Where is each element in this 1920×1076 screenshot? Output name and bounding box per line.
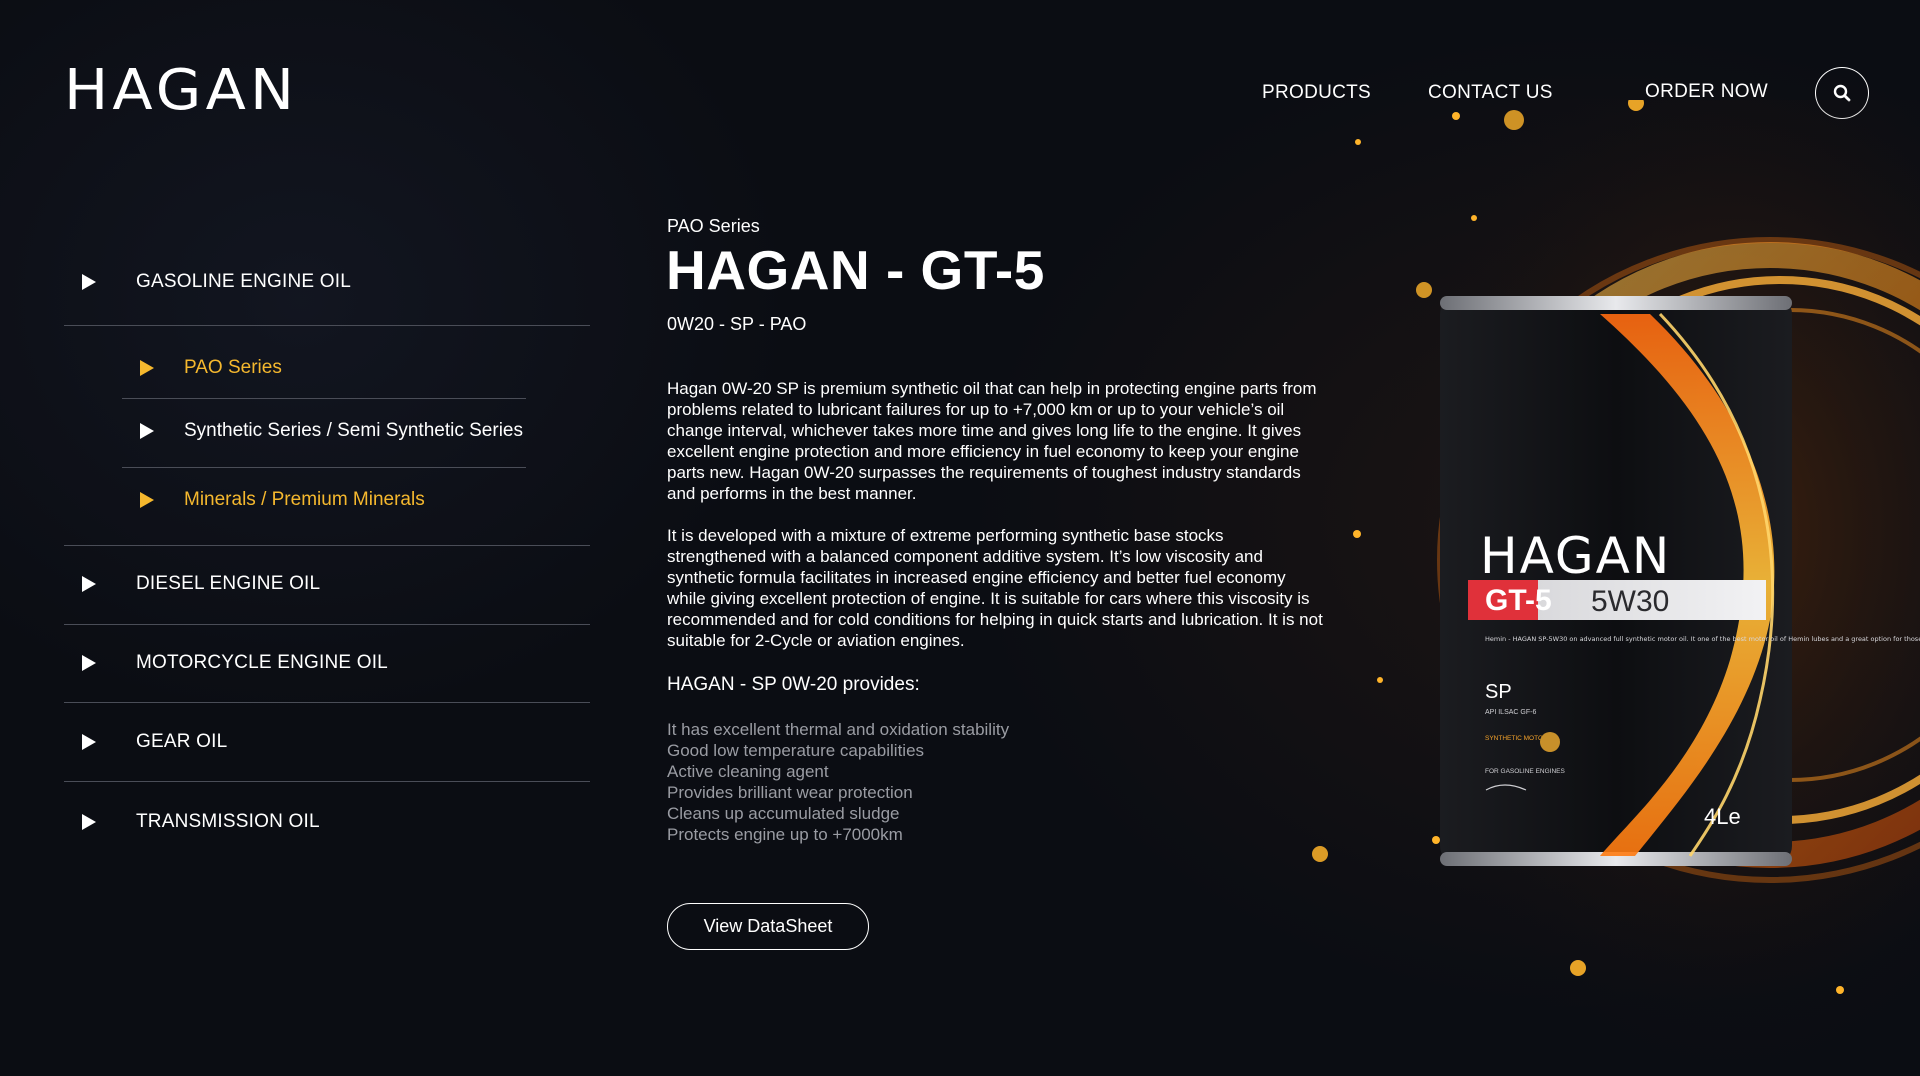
subcategory-label: PAO Series [184,357,282,378]
product-spec: 0W20 - SP - PAO [667,314,807,334]
category-diesel-engine-oil[interactable]: DIESEL ENGINE OIL [64,554,590,614]
play-arrow-icon [82,576,96,592]
benefits-list: It has excellent thermal and oxidation s… [667,719,1009,845]
subcategory-minerals[interactable]: Minerals / Premium Minerals [122,475,526,525]
divider [64,545,590,546]
product-title: HAGAN - GT-5 [666,239,1045,301]
play-arrow-icon [82,274,96,290]
category-motorcycle-engine-oil[interactable]: MOTORCYCLE ENGINE OIL [64,633,590,693]
category-label: MOTORCYCLE ENGINE OIL [136,652,388,673]
benefit-item: Active cleaning agent [667,762,829,781]
benefit-item: Provides brilliant wear protection [667,783,913,802]
can-brand: HAGAN [1480,527,1671,585]
benefit-item: Good low temperature capabilities [667,741,925,760]
can-volume: 4Le [1704,804,1741,829]
divider [64,624,590,625]
can-api: SP [1485,681,1512,703]
category-label: GASOLINE ENGINE OIL [136,271,351,292]
provides-heading: HAGAN - SP 0W-20 provides: [667,674,920,695]
play-arrow-icon [140,423,154,439]
can-for-engines: FOR GASOLINE ENGINES [1485,768,1565,775]
play-arrow-icon [82,734,96,750]
play-arrow-icon [140,492,154,508]
category-gasoline-engine-oil[interactable]: GASOLINE ENGINE OIL [64,252,590,312]
divider [64,702,590,703]
divider [64,781,590,782]
benefit-item: Protects engine up to +7000km [667,825,903,844]
can-model: GT-5 [1485,584,1552,617]
can-grade: 5W30 [1591,585,1669,618]
benefit-item: Cleans up accumulated sludge [667,804,900,823]
category-label: TRANSMISSION OIL [136,811,320,832]
can-fine-print: Hemin - HAGAN SP-5W30 on advanced full s… [1485,635,1920,643]
play-arrow-icon [82,814,96,830]
benefit-item: It has excellent thermal and oxidation s… [667,720,1010,739]
subcategory-pao-series[interactable]: PAO Series [122,343,526,393]
divider [64,325,590,326]
category-transmission-oil[interactable]: TRANSMISSION OIL [64,792,590,852]
page: HAGAN PRODUCTS CONTACT US ORDER NOW GASO… [0,0,1920,1076]
subcategory-synthetic-series[interactable]: Synthetic Series / Semi Synthetic Series [122,406,526,456]
product-description-2: It is developed with a mixture of extrem… [667,526,1323,650]
brand-logo[interactable]: HAGAN [64,63,308,119]
play-arrow-icon [140,360,154,376]
can-api-sub: API ILSAC GF-6 [1485,709,1536,716]
divider [122,398,526,399]
category-label: GEAR OIL [136,731,228,752]
product-description-1: Hagan 0W-20 SP is premium synthetic oil … [667,379,1317,503]
subcategory-label: Minerals / Premium Minerals [184,489,425,510]
category-gear-oil[interactable]: GEAR OIL [64,712,590,772]
product-image: HAGAN GT-5 5W30 Hemin - HAGAN SP-5W30 on… [1300,100,1920,1060]
play-arrow-icon [82,655,96,671]
view-datasheet-button[interactable]: View DataSheet [667,903,869,950]
can-badge-icon [1540,732,1560,752]
category-label: DIESEL ENGINE OIL [136,573,321,594]
product-series: PAO Series [667,216,760,236]
divider [122,467,526,468]
subcategory-label: Synthetic Series / Semi Synthetic Series [184,420,523,441]
